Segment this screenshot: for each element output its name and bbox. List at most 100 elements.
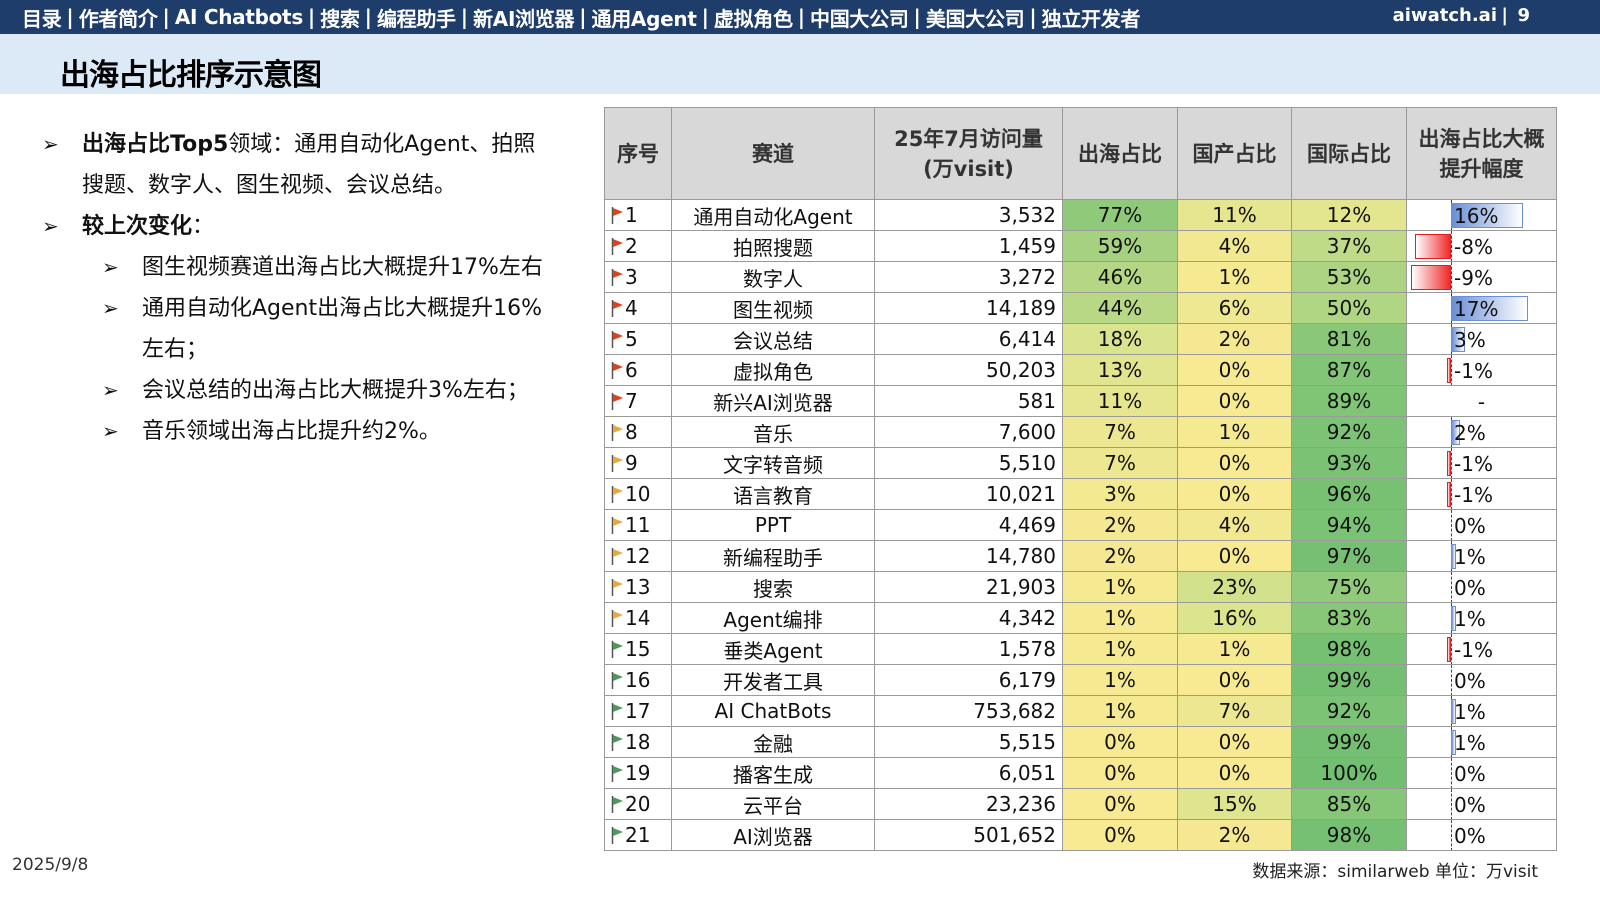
change-cell: -8% [1406,230,1557,262]
domestic-share-cell: 11% [1177,199,1292,231]
intl-share-cell: 99% [1291,664,1407,696]
summary-bullets: ➢ 出海占比Top5领域：通用自动化Agent、拍照搜题、数字人、图生视频、会议总… [42,124,552,452]
flag-icon [611,641,623,658]
change-cell: 1% [1406,602,1557,634]
change-axis [1451,262,1452,292]
overseas-share-cell: 77% [1062,199,1178,231]
rank-cell: 6 [604,354,672,386]
change-cell: 1% [1406,695,1557,727]
flag-icon [611,579,623,596]
nav-item[interactable]: 作者简介 [79,3,158,32]
domestic-share-cell: 0% [1177,385,1292,417]
change-label: 0% [1454,824,1486,848]
rank-cell: 2 [604,230,672,262]
change-cell: 17% [1406,292,1557,324]
rank-number: 9 [625,451,638,475]
flag-icon [611,238,623,255]
change-cell: - [1406,385,1557,417]
rank-number: 14 [625,606,651,630]
change-label: 16% [1454,204,1499,228]
nav-item[interactable]: 编程助手 [377,3,456,32]
nav-item[interactable]: AI Chatbots [175,5,303,29]
visits-cell: 6,051 [874,757,1063,789]
visits-cell: 5,515 [874,726,1063,758]
change-cell: -1% [1406,447,1557,479]
flag-icon [611,362,623,379]
overseas-share-cell: 0% [1062,757,1178,789]
change-label: 3% [1454,328,1486,352]
domestic-share-cell: 0% [1177,726,1292,758]
visits-cell: 21,903 [874,571,1063,603]
intl-share-cell: 92% [1291,416,1407,448]
domestic-share-cell: 2% [1177,819,1292,851]
nav-item[interactable]: 搜索 [320,3,360,32]
change-axis [1451,231,1452,261]
change-label: -1% [1454,452,1493,476]
rank-cell: 20 [604,788,672,820]
change-label: 1% [1454,607,1486,631]
visits-cell: 1,459 [874,230,1063,262]
flag-icon [611,548,623,565]
track-name-cell: 开发者工具 [671,664,875,696]
nav-item[interactable]: 目录 [22,3,62,32]
brand-label[interactable]: aiwatch.ai [1393,5,1497,26]
overseas-share-cell: 1% [1062,602,1178,634]
change-label: - [1477,390,1486,414]
table-row: 1 通用自动化Agent 3,532 77% 11% 12% 16% [604,199,1557,231]
nav-item[interactable]: 中国大公司 [810,3,909,32]
rank-number: 17 [625,699,651,723]
flag-icon [611,300,623,317]
rank-cell: 15 [604,633,672,665]
change-cell: 0% [1406,509,1557,541]
table-row: 4 图生视频 14,189 44% 6% 50% 17% [604,292,1557,324]
change-axis [1451,820,1452,850]
table-row: 16 开发者工具 6,179 1% 0% 99% 0% [604,664,1557,696]
bullet-item: ➢ 通用自动化Agent出海占比大概提升16%左右； [42,288,552,370]
flag-icon [611,672,623,689]
nav-item[interactable]: 美国大公司 [926,3,1025,32]
table-row: 2 拍照搜题 1,459 59% 4% 37% -8% [604,230,1557,262]
bullet-body-text: 图生视频赛道出海占比大概提升17%左右 [142,255,543,280]
track-name-cell: 图生视频 [671,292,875,324]
header-visits: 25年7月访问量(万visit) [874,107,1063,200]
table-row: 5 会议总结 6,414 18% 2% 81% 3% [604,323,1557,355]
domestic-share-cell: 4% [1177,509,1292,541]
domestic-share-cell: 2% [1177,323,1292,355]
track-name-cell: PPT [671,509,875,541]
rank-number: 19 [625,761,651,785]
flag-icon [611,331,623,348]
overseas-share-cell: 0% [1062,726,1178,758]
rank-number: 3 [625,265,638,289]
overseas-share-cell: 13% [1062,354,1178,386]
page-number: 9 [1517,5,1530,26]
rank-number: 12 [625,544,651,568]
change-cell: 1% [1406,726,1557,758]
domestic-share-cell: 0% [1177,354,1292,386]
change-cell: 3% [1406,323,1557,355]
domestic-share-cell: 1% [1177,416,1292,448]
nav-item[interactable]: 独立开发者 [1042,3,1141,32]
rank-cell: 21 [604,819,672,851]
arrow-bullet-icon: ➢ [102,255,119,279]
visits-cell: 501,652 [874,819,1063,851]
domestic-share-cell: 15% [1177,788,1292,820]
bullet-text: 通用自动化Agent出海占比大概提升16%左右； [142,288,552,370]
visits-cell: 3,532 [874,199,1063,231]
nav-separator: | [460,5,469,29]
nav-item[interactable]: 新AI浏览器 [473,3,574,32]
track-name-cell: 会议总结 [671,323,875,355]
change-bar [1446,358,1451,383]
rank-cell: 13 [604,571,672,603]
visits-cell: 581 [874,385,1063,417]
change-axis [1451,758,1452,788]
intl-share-cell: 50% [1291,292,1407,324]
change-axis [1451,789,1452,819]
nav-item[interactable]: 通用Agent [592,3,697,32]
table-row: 21 AI浏览器 501,652 0% 2% 98% 0% [604,819,1557,851]
overseas-share-cell: 59% [1062,230,1178,262]
track-name-cell: 通用自动化Agent [671,199,875,231]
bullet-item: ➢ 音乐领域出海占比提升约2%。 [42,411,552,452]
change-axis [1451,665,1452,695]
nav-item[interactable]: 虚拟角色 [714,3,793,32]
overseas-share-cell: 0% [1062,819,1178,851]
